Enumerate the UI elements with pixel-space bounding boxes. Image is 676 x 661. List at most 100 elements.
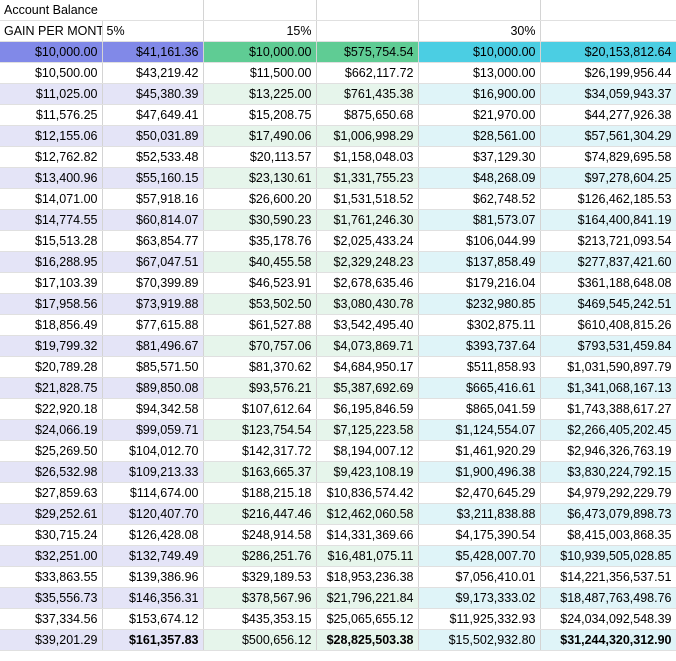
cell-c2-r10[interactable]: $63,854.77 (102, 230, 204, 252)
cell-c5-r14[interactable]: $302,875.11 (418, 314, 541, 336)
cell-c1-r17[interactable]: $21,828.75 (0, 377, 103, 399)
cell-c3-r9[interactable]: $30,590.23 (203, 209, 317, 231)
cell-c3-r27[interactable]: $378,567.96 (203, 587, 317, 609)
cell-c2-r18[interactable]: $94,342.58 (102, 398, 204, 420)
cell-c3-r10[interactable]: $35,178.76 (203, 230, 317, 252)
cell-c6-r14[interactable]: $610,408,815.26 (540, 314, 676, 336)
cell-c3-r24[interactable]: $248,914.58 (203, 524, 317, 546)
cell-c2-r29[interactable]: $161,357.83 (102, 629, 204, 651)
cell-c4-r21[interactable]: $9,423,108.19 (316, 461, 419, 483)
title-blank-cell-4[interactable] (316, 0, 419, 21)
cell-c3-r20[interactable]: $142,317.72 (203, 440, 317, 462)
cell-c4-r2[interactable]: $662,117.72 (316, 62, 419, 84)
cell-c6-r29[interactable]: $31,244,320,312.90 (540, 629, 676, 651)
account-balance-spreadsheet[interactable]: Account Balance GAIN PER MONTH: 5% 15% 3… (0, 0, 676, 651)
cell-c2-r24[interactable]: $126,428.08 (102, 524, 204, 546)
cell-c4-r29[interactable]: $28,825,503.38 (316, 629, 419, 651)
cell-c2-r1[interactable]: $41,161.36 (102, 41, 204, 63)
cell-c3-r16[interactable]: $81,370.62 (203, 356, 317, 378)
cell-c6-r26[interactable]: $14,221,356,537.51 (540, 566, 676, 588)
cell-c2-r6[interactable]: $52,533.48 (102, 146, 204, 168)
cell-c5-r17[interactable]: $665,416.61 (418, 377, 541, 399)
cell-c1-r4[interactable]: $11,576.25 (0, 104, 103, 126)
cell-c1-r26[interactable]: $33,863.55 (0, 566, 103, 588)
cell-c3-r14[interactable]: $61,527.88 (203, 314, 317, 336)
cell-c1-r23[interactable]: $29,252.61 (0, 503, 103, 525)
cell-c6-r22[interactable]: $4,979,292,229.79 (540, 482, 676, 504)
cell-c5-r8[interactable]: $62,748.52 (418, 188, 541, 210)
cell-c5-r3[interactable]: $16,900.00 (418, 83, 541, 105)
cell-c6-r2[interactable]: $26,199,956.44 (540, 62, 676, 84)
cell-c2-r15[interactable]: $81,496.67 (102, 335, 204, 357)
cell-c1-r8[interactable]: $14,071.00 (0, 188, 103, 210)
cell-c2-r28[interactable]: $153,674.12 (102, 608, 204, 630)
cell-c6-r20[interactable]: $2,946,326,763.19 (540, 440, 676, 462)
cell-c5-r25[interactable]: $5,428,007.70 (418, 545, 541, 567)
cell-c1-r13[interactable]: $17,958.56 (0, 293, 103, 315)
cell-c2-r13[interactable]: $73,919.88 (102, 293, 204, 315)
cell-c6-r5[interactable]: $57,561,304.29 (540, 125, 676, 147)
cell-c6-r3[interactable]: $34,059,943.37 (540, 83, 676, 105)
cell-c5-r6[interactable]: $37,129.30 (418, 146, 541, 168)
cell-c6-r28[interactable]: $24,034,092,548.39 (540, 608, 676, 630)
cell-c3-r25[interactable]: $286,251.76 (203, 545, 317, 567)
cell-c6-r23[interactable]: $6,473,079,898.73 (540, 503, 676, 525)
cell-c5-r12[interactable]: $179,216.04 (418, 272, 541, 294)
cell-c2-r2[interactable]: $43,219.42 (102, 62, 204, 84)
cell-c4-r7[interactable]: $1,331,755.23 (316, 167, 419, 189)
cell-c3-r26[interactable]: $329,189.53 (203, 566, 317, 588)
cell-c4-r28[interactable]: $25,065,655.12 (316, 608, 419, 630)
cell-c1-r29[interactable]: $39,201.29 (0, 629, 103, 651)
cell-c5-r13[interactable]: $232,980.85 (418, 293, 541, 315)
cell-c1-r28[interactable]: $37,334.56 (0, 608, 103, 630)
cell-c4-r12[interactable]: $2,678,635.46 (316, 272, 419, 294)
cell-c2-r11[interactable]: $67,047.51 (102, 251, 204, 273)
cell-c4-r13[interactable]: $3,080,430.78 (316, 293, 419, 315)
cell-c6-r7[interactable]: $97,278,604.25 (540, 167, 676, 189)
cell-c2-r22[interactable]: $114,674.00 (102, 482, 204, 504)
cell-c3-r2[interactable]: $11,500.00 (203, 62, 317, 84)
cell-c4-r4[interactable]: $875,650.68 (316, 104, 419, 126)
cell-c2-r19[interactable]: $99,059.71 (102, 419, 204, 441)
cell-c4-r20[interactable]: $8,194,007.12 (316, 440, 419, 462)
cell-c5-r23[interactable]: $3,211,838.88 (418, 503, 541, 525)
cell-c4-r23[interactable]: $12,462,060.58 (316, 503, 419, 525)
cell-c4-r1[interactable]: $575,754.54 (316, 41, 419, 63)
cell-c1-r2[interactable]: $10,500.00 (0, 62, 103, 84)
cell-c2-r4[interactable]: $47,649.41 (102, 104, 204, 126)
cell-c5-r5[interactable]: $28,561.00 (418, 125, 541, 147)
cell-c6-r17[interactable]: $1,341,068,167.13 (540, 377, 676, 399)
cell-c2-r27[interactable]: $146,356.31 (102, 587, 204, 609)
cell-c5-r1[interactable]: $10,000.00 (418, 41, 541, 63)
cell-c1-r5[interactable]: $12,155.06 (0, 125, 103, 147)
cell-c3-r18[interactable]: $107,612.64 (203, 398, 317, 420)
cell-c4-r19[interactable]: $7,125,223.58 (316, 419, 419, 441)
cell-c1-r22[interactable]: $27,859.63 (0, 482, 103, 504)
cell-c1-r25[interactable]: $32,251.00 (0, 545, 103, 567)
cell-c4-r15[interactable]: $4,073,869.71 (316, 335, 419, 357)
cell-c6-r15[interactable]: $793,531,459.84 (540, 335, 676, 357)
cell-c2-r7[interactable]: $55,160.15 (102, 167, 204, 189)
cell-c1-r18[interactable]: $22,920.18 (0, 398, 103, 420)
cell-c6-r9[interactable]: $164,400,841.19 (540, 209, 676, 231)
cell-c2-r5[interactable]: $50,031.89 (102, 125, 204, 147)
cell-c2-r21[interactable]: $109,213.33 (102, 461, 204, 483)
cell-c1-r19[interactable]: $24,066.19 (0, 419, 103, 441)
gain-blank-cell-6[interactable] (540, 20, 676, 42)
cell-c5-r28[interactable]: $11,925,332.93 (418, 608, 541, 630)
cell-c6-r4[interactable]: $44,277,926.38 (540, 104, 676, 126)
cell-c6-r25[interactable]: $10,939,505,028.85 (540, 545, 676, 567)
cell-c1-r21[interactable]: $26,532.98 (0, 461, 103, 483)
cell-c5-r19[interactable]: $1,124,554.07 (418, 419, 541, 441)
cell-c4-r8[interactable]: $1,531,518.52 (316, 188, 419, 210)
cell-c6-r18[interactable]: $1,743,388,617.27 (540, 398, 676, 420)
cell-c3-r11[interactable]: $40,455.58 (203, 251, 317, 273)
cell-c4-r17[interactable]: $5,387,692.69 (316, 377, 419, 399)
cell-c6-r10[interactable]: $213,721,093.54 (540, 230, 676, 252)
cell-c3-r6[interactable]: $20,113.57 (203, 146, 317, 168)
cell-c1-r24[interactable]: $30,715.24 (0, 524, 103, 546)
cell-c1-r6[interactable]: $12,762.82 (0, 146, 103, 168)
cell-c6-r13[interactable]: $469,545,242.51 (540, 293, 676, 315)
cell-c5-r26[interactable]: $7,056,410.01 (418, 566, 541, 588)
cell-c4-r11[interactable]: $2,329,248.23 (316, 251, 419, 273)
